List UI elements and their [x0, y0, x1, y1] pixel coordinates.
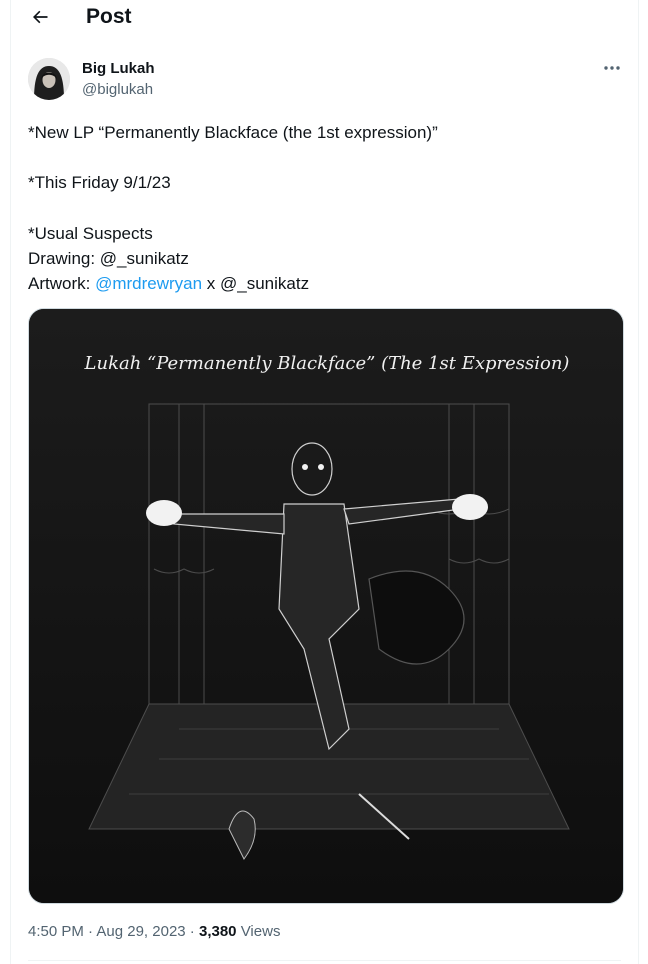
- meta-separator-2: ·: [185, 923, 199, 940]
- more-horizontal-icon: [604, 66, 620, 70]
- artwork-suffix: x @_sunikatz: [202, 274, 310, 293]
- more-options-button[interactable]: [600, 58, 624, 78]
- post-image[interactable]: Lukah “Permanently Blackface” (The 1st E…: [28, 308, 624, 904]
- post-time[interactable]: 4:50 PM: [28, 923, 84, 940]
- post-text-line-4: Drawing: @_sunikatz: [28, 249, 189, 268]
- divider: [28, 960, 621, 961]
- post-meta: 4:50 PM · Aug 29, 2023 · 3,380 Views: [28, 922, 280, 942]
- avatar[interactable]: [28, 58, 70, 100]
- arrow-left-icon: [33, 10, 48, 24]
- page-title: Post: [86, 5, 132, 28]
- album-artwork: Lukah “Permanently Blackface” (The 1st E…: [29, 309, 623, 903]
- artwork-prefix: Artwork:: [28, 274, 96, 293]
- post-date[interactable]: Aug 29, 2023: [96, 923, 185, 940]
- post-text-line-1: *New LP “Permanently Blackface (the 1st …: [28, 123, 438, 142]
- back-button[interactable]: [27, 4, 53, 30]
- post-column: Post Big Lukah @biglukah *New LP “Perman…: [10, 0, 639, 964]
- post-text-line-5: Artwork: @mrdrewryan x @_sunikatz: [28, 271, 309, 296]
- meta-separator-1: ·: [83, 923, 97, 940]
- post-text-line-3: *Usual Suspects: [28, 224, 153, 243]
- top-bar: Post: [11, 0, 638, 34]
- views-label: Views: [236, 923, 281, 940]
- post-text-line-2: *This Friday 9/1/23: [28, 173, 171, 192]
- views-count: 3,380: [198, 923, 237, 940]
- author-display-name[interactable]: Big Lukah: [82, 59, 155, 78]
- author-handle[interactable]: @biglukah: [82, 80, 153, 99]
- mention-link-mrdrewryan[interactable]: @mrdrewryan: [95, 274, 202, 293]
- album-handwritten-title: Lukah “Permanently Blackface” (The 1st E…: [84, 353, 570, 374]
